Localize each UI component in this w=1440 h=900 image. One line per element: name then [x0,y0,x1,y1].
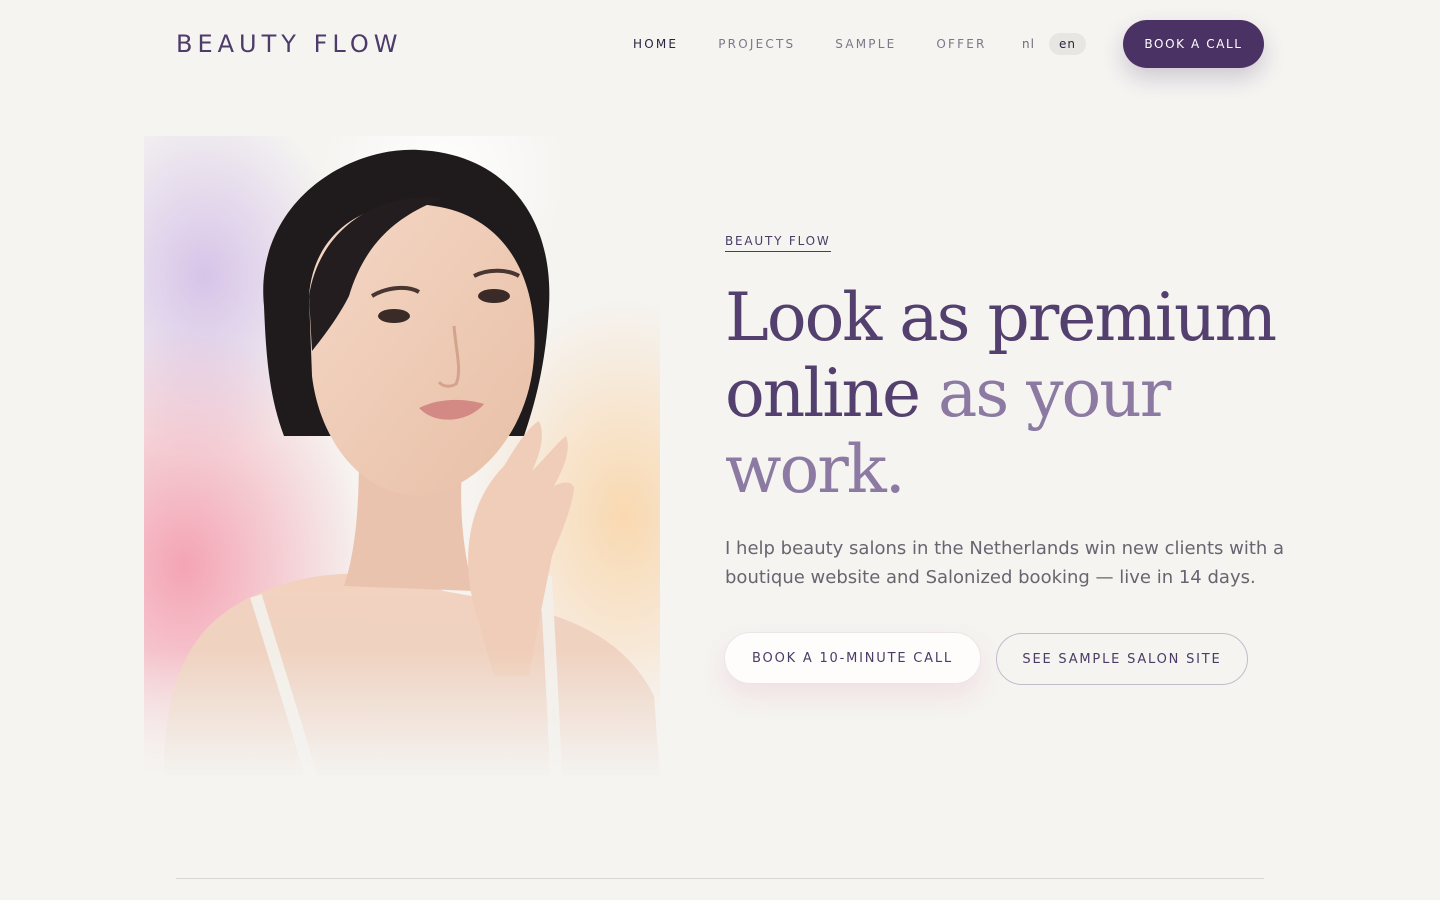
book-a-call-button[interactable]: BOOK A CALL [1123,20,1264,68]
nav-sample[interactable]: SAMPLE [835,37,896,51]
hero-portrait-image [144,136,660,780]
nav-offer[interactable]: OFFER [936,37,986,51]
language-switcher: nl en [1012,33,1086,55]
book-10-minute-call-button[interactable]: BOOK A 10-MINUTE CALL [724,632,981,684]
site-header: BEAUTY FLOW HOME PROJECTS SAMPLE OFFER n… [0,0,1440,88]
lang-option-en[interactable]: en [1048,33,1086,55]
main-nav: HOME PROJECTS SAMPLE OFFER [633,37,1027,51]
see-sample-salon-site-button[interactable]: SEE SAMPLE SALON SITE [996,633,1248,685]
brand-logo[interactable]: BEAUTY FLOW [176,30,403,58]
hero-headline: Look as premium online as your work. [725,280,1325,508]
hero-eyebrow-label[interactable]: BEAUTY FLOW [725,234,831,252]
headline-line-1: Look as premium [725,279,1277,356]
section-divider [176,878,1264,879]
nav-home[interactable]: HOME [633,37,678,51]
hero-image-bottom-fade [144,650,660,780]
lang-option-nl[interactable]: nl [1012,33,1045,55]
hero-subcopy: I help beauty salons in the Netherlands … [725,538,1285,588]
nav-projects[interactable]: PROJECTS [718,37,795,51]
headline-line-2-soft: as your [938,355,1171,432]
headline-line-3-soft: work. [725,431,906,508]
headline-line-2-strong: online [725,355,921,432]
